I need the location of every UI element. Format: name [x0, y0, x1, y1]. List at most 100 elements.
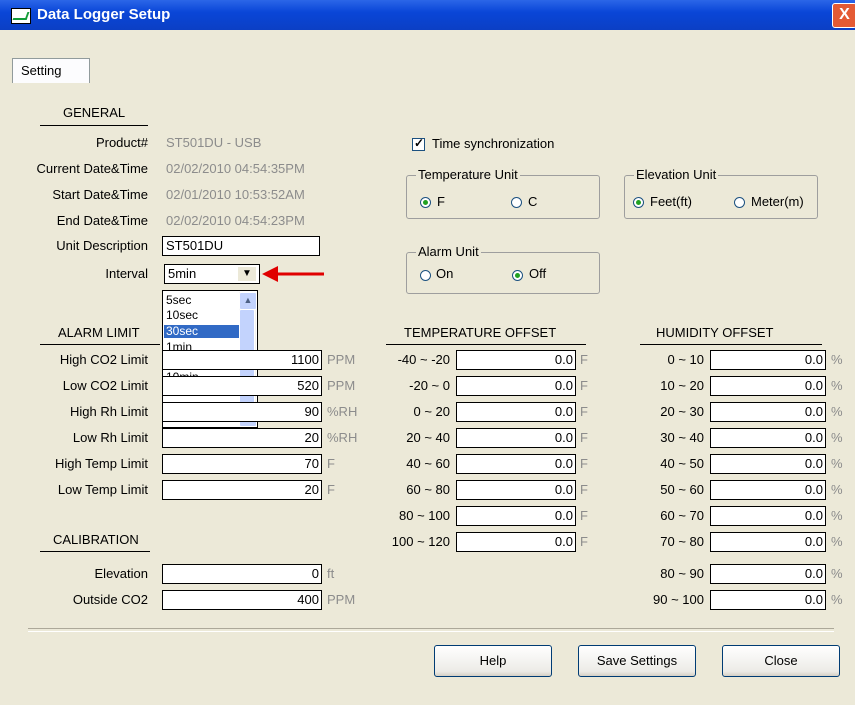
outside-co2-input[interactable]: 400: [162, 590, 322, 610]
time-sync-checkbox[interactable]: [412, 136, 425, 151]
humidity-offset-input[interactable]: 0.0: [710, 564, 826, 584]
humidity-offset-input[interactable]: 0.0: [710, 428, 826, 448]
humidity-offset-section-title: HUMIDITY OFFSET: [656, 325, 774, 340]
humidity-offset-unit: %: [831, 566, 843, 581]
unit-description-label: Unit Description: [56, 238, 148, 253]
low-temp-limit-label: Low Temp Limit: [57, 482, 148, 497]
low-rh-limit-input[interactable]: 20: [162, 428, 322, 448]
temp-offset-range-label: 60 ~ 80: [406, 482, 450, 497]
humidity-offset-unit: %: [831, 592, 843, 607]
humidity-offset-range-label: 10 ~ 20: [660, 378, 704, 393]
interval-option[interactable]: 5sec: [166, 294, 191, 307]
humidity-offset-input[interactable]: 0.0: [710, 350, 826, 370]
temp-offset-input[interactable]: 0.0: [456, 350, 576, 370]
product-label: Product#: [95, 135, 148, 150]
humidity-offset-unit: %: [831, 378, 843, 393]
elevation-label: Elevation: [94, 566, 148, 581]
low-co2-limit-unit: PPM: [327, 378, 356, 393]
humidity-offset-range-label: 90 ~ 100: [653, 592, 704, 607]
high-rh-limit-input[interactable]: 90: [162, 402, 322, 422]
temp-offset-unit: F: [580, 430, 588, 445]
humidity-offset-underline: [640, 344, 822, 345]
low-temp-limit-input[interactable]: 20: [162, 480, 322, 500]
scroll-up-icon[interactable]: ▲: [239, 292, 257, 310]
alarm-limit-underline: [40, 344, 160, 345]
high-temp-limit-label: High Temp Limit: [55, 456, 148, 471]
annotation-arrow-icon: [262, 266, 324, 282]
temp-offset-input[interactable]: 0.0: [456, 480, 576, 500]
humidity-offset-unit: %: [831, 430, 843, 445]
alarm-unit-on-label: On: [436, 266, 454, 281]
chevron-down-icon[interactable]: ▼: [237, 266, 257, 282]
humidity-offset-range-label: 80 ~ 90: [660, 566, 704, 581]
humidity-offset-input[interactable]: 0.0: [710, 506, 826, 526]
temp-offset-range-label: 100 ~ 120: [391, 534, 450, 549]
help-button[interactable]: Help: [434, 645, 552, 677]
humidity-offset-input[interactable]: 0.0: [710, 590, 826, 610]
temperature-unit-f-radio[interactable]: [420, 197, 431, 208]
temp-offset-input[interactable]: 0.0: [456, 428, 576, 448]
save-settings-button[interactable]: Save Settings: [578, 645, 696, 677]
calibration-section-title: CALIBRATION: [53, 532, 139, 547]
close-button[interactable]: Close: [722, 645, 840, 677]
temperature-unit-c-radio[interactable]: [511, 197, 522, 208]
temp-offset-range-label: 0 ~ 20: [413, 404, 450, 419]
low-rh-limit-unit: %RH: [327, 430, 358, 445]
temperature-unit-f-label: F: [437, 194, 445, 209]
humidity-offset-range-label: 30 ~ 40: [660, 430, 704, 445]
humidity-offset-input[interactable]: 0.0: [710, 480, 826, 500]
temp-offset-unit: F: [580, 378, 588, 393]
temperature-offset-section-title: TEMPERATURE OFFSET: [404, 325, 557, 340]
temperature-offset-underline: [386, 344, 586, 345]
high-co2-limit-input[interactable]: 1100: [162, 350, 322, 370]
elevation-unit-feet-radio[interactable]: [633, 197, 644, 208]
interval-option[interactable]: 10sec: [166, 309, 198, 322]
humidity-offset-range-label: 0 ~ 10: [667, 352, 704, 367]
humidity-offset-unit: %: [831, 456, 843, 471]
temp-offset-unit: F: [580, 508, 588, 523]
elevation-unit-meter-label: Meter(m): [751, 194, 804, 209]
humidity-offset-input[interactable]: 0.0: [710, 376, 826, 396]
humidity-offset-input[interactable]: 0.0: [710, 532, 826, 552]
current-datetime-label: Current Date&Time: [36, 161, 149, 176]
current-datetime-value: 02/02/2010 04:54:35PM: [166, 161, 305, 176]
end-datetime-value: 02/02/2010 04:54:23PM: [166, 213, 305, 228]
window-close-button[interactable]: X: [832, 3, 855, 28]
humidity-offset-unit: %: [831, 534, 843, 549]
temp-offset-input[interactable]: 0.0: [456, 402, 576, 422]
outside-co2-label: Outside CO2: [72, 592, 148, 607]
unit-description-input[interactable]: ST501DU: [162, 236, 320, 256]
high-temp-limit-input[interactable]: 70: [162, 454, 322, 474]
low-rh-limit-label: Low Rh Limit: [72, 430, 148, 445]
temperature-unit-title: Temperature Unit: [416, 167, 520, 182]
temp-offset-input[interactable]: 0.0: [456, 506, 576, 526]
app-chart-icon: [11, 8, 31, 24]
humidity-offset-input[interactable]: 0.0: [710, 454, 826, 474]
elevation-unit-title: Elevation Unit: [634, 167, 719, 182]
temp-offset-unit: F: [580, 404, 588, 419]
tab-setting-label: Setting: [21, 63, 62, 78]
alarm-unit-on-radio[interactable]: [420, 270, 431, 281]
humidity-offset-range-label: 50 ~ 60: [660, 482, 704, 497]
interval-option-highlighted[interactable]: 30sec: [164, 325, 239, 338]
alarm-unit-off-radio[interactable]: [512, 270, 523, 281]
tab-setting[interactable]: Setting: [12, 58, 90, 83]
low-co2-limit-input[interactable]: 520: [162, 376, 322, 396]
elevation-unit-meter-radio[interactable]: [734, 197, 745, 208]
low-co2-limit-label: Low CO2 Limit: [62, 378, 148, 393]
temp-offset-range-label: 80 ~ 100: [399, 508, 450, 523]
high-co2-limit-label: High CO2 Limit: [59, 352, 148, 367]
calibration-underline: [40, 551, 150, 552]
elevation-input[interactable]: 0: [162, 564, 322, 584]
start-datetime-label: Start Date&Time: [52, 187, 148, 202]
temp-offset-unit: F: [580, 482, 588, 497]
temp-offset-input[interactable]: 0.0: [456, 376, 576, 396]
alarm-unit-title: Alarm Unit: [416, 244, 481, 259]
temp-offset-input[interactable]: 0.0: [456, 532, 576, 552]
alarm-unit-off-label: Off: [529, 266, 547, 281]
temp-offset-input[interactable]: 0.0: [456, 454, 576, 474]
temp-offset-range-label: -20 ~ 0: [409, 378, 450, 393]
interval-select-value: 5min: [168, 266, 197, 281]
humidity-offset-input[interactable]: 0.0: [710, 402, 826, 422]
humidity-offset-unit: %: [831, 482, 843, 497]
